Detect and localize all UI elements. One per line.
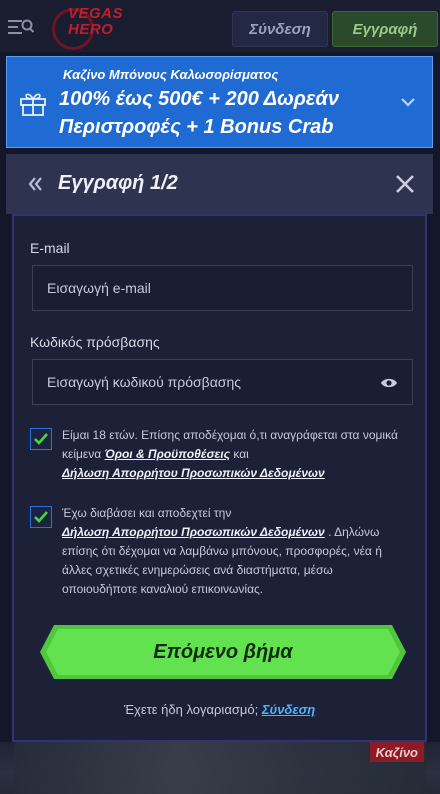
marketing-consent: Έχω διαβάσει και αποδεχτεί την Δήλωση Απ… <box>62 504 402 599</box>
next-step-label: Επόμενο βήμα <box>153 640 293 663</box>
top-bar: Vegas Hero Σύνδεση Εγγραφή <box>0 0 440 52</box>
vegas-hero-logo[interactable]: Vegas Hero <box>52 5 138 50</box>
email-placeholder: Εισαγωγή e-mail <box>47 280 151 296</box>
have-account-line: Έχετε ήδη λογαριασμό; Σύνδεση <box>14 702 425 717</box>
chevron-down-icon[interactable] <box>400 95 416 107</box>
check-icon <box>34 433 48 445</box>
age-terms-consent: Είμαι 18 ετών. Επίσης αποδέχομαι ό,τι αν… <box>62 426 402 483</box>
age-terms-checkbox[interactable] <box>30 428 52 450</box>
privacy-link-2[interactable]: Δήλωση Απορρήτου Προσωπικών Δεδομένων <box>62 525 325 539</box>
gift-icon <box>19 89 47 117</box>
registration-form: E-mail Εισαγωγή e-mail Κωδικός πρόσβασης… <box>12 214 427 742</box>
terms-link[interactable]: Όροι & Προϋποθέσεις <box>105 447 230 461</box>
email-input[interactable]: Εισαγωγή e-mail <box>32 265 413 311</box>
password-label: Κωδικός πρόσβασης <box>30 334 160 350</box>
consent1-and: και <box>233 447 249 461</box>
header-register-button[interactable]: Εγγραφή <box>332 11 438 47</box>
marketing-consent-checkbox[interactable] <box>30 506 52 528</box>
banner-headline: 100% έως 500€ + 200 Δωρεάν Περιστροφές +… <box>59 88 339 138</box>
close-icon[interactable] <box>395 174 415 194</box>
registration-header: Εγγραφή 1/2 <box>6 154 433 214</box>
privacy-link-1[interactable]: Δήλωση Απορρήτου Προσωπικών Δεδομένων <box>62 466 325 480</box>
consent2-text-before: Έχω διαβάσει και αποδεχτεί την <box>62 506 232 520</box>
password-placeholder: Εισαγωγή κωδικού πρόσβασης <box>47 374 241 390</box>
chevron-left-icon[interactable] <box>28 176 42 192</box>
next-step-button[interactable]: Επόμενο βήμα <box>40 625 406 679</box>
login-link[interactable]: Σύνδεση <box>262 702 315 717</box>
logo-line1: Vegas <box>68 5 124 22</box>
logo-line2: Hero <box>68 21 114 38</box>
banner-subtitle: Καζίνο Μπόνους Καλωσορίσματος <box>63 67 279 82</box>
check-icon <box>34 511 48 523</box>
welcome-bonus-banner[interactable]: Καζίνο Μπόνους Καλωσορίσματος 100% έως 5… <box>6 56 433 148</box>
email-label: E-mail <box>30 240 70 256</box>
eye-icon[interactable] <box>380 376 398 388</box>
have-account-text: Έχετε ήδη λογαριασμό; <box>123 702 259 717</box>
password-input[interactable]: Εισαγωγή κωδικού πρόσβασης <box>32 359 413 405</box>
registration-step-title: Εγγραφή 1/2 <box>58 172 178 194</box>
background-game-thumbnail <box>14 742 426 794</box>
menu-search-icon[interactable] <box>8 18 35 36</box>
header-login-button[interactable]: Σύνδεση <box>232 11 328 47</box>
casino-tag: Καζίνο <box>369 742 424 762</box>
